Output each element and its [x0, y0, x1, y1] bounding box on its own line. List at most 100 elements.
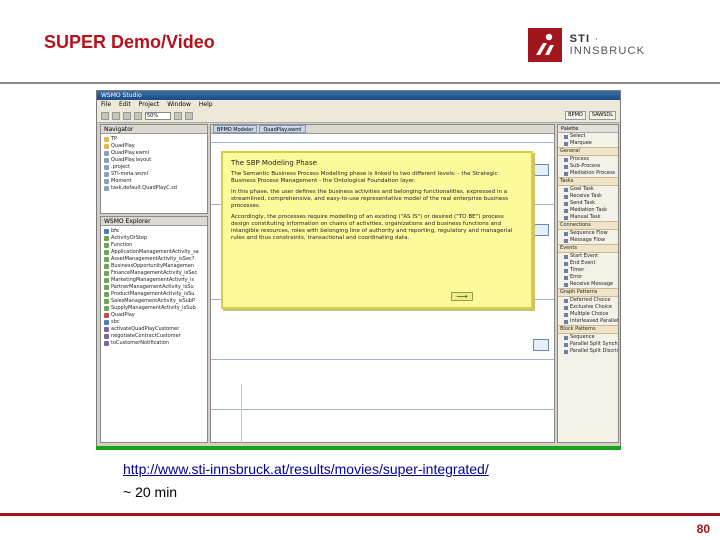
tab-quadplay[interactable]: QuadPlay.ewml: [259, 125, 306, 133]
tree-item[interactable]: QuadPlay.ewml: [104, 150, 204, 157]
save-icon[interactable]: [112, 111, 120, 120]
palette-item[interactable]: Goal Task: [558, 186, 618, 193]
tree-item[interactable]: toCustomerNotification: [104, 340, 204, 347]
new-icon[interactable]: [101, 111, 109, 120]
palette-item-icon: [564, 231, 568, 236]
tree-item[interactable]: SalesManagementActivity_isSubP: [104, 298, 204, 305]
palette-group[interactable]: Graph Patterns: [558, 288, 618, 297]
tree-item-label: .project: [111, 164, 130, 170]
process-node[interactable]: [533, 224, 549, 236]
tree-item-label: SupplyManagementActivity_isSub: [111, 305, 196, 311]
tree-item[interactable]: ProductManagementActivity_isSu: [104, 291, 204, 298]
palette-group[interactable]: General: [558, 147, 618, 156]
palette-item[interactable]: Message Flow: [558, 237, 618, 244]
palette-label: Sequence Flow: [570, 230, 608, 236]
palette-label: Events: [560, 245, 577, 251]
tree-item-label: AssetManagementActivity_isSec?: [111, 256, 195, 262]
tree-item[interactable]: QuadPlay: [104, 312, 204, 319]
menu-project[interactable]: Project: [139, 100, 160, 109]
tree-item[interactable]: STI-meta.wsml: [104, 171, 204, 178]
palette-group[interactable]: Tasks: [558, 177, 618, 186]
header-divider: [0, 82, 720, 84]
palette-item-icon: [564, 141, 568, 146]
wsmo-explorer-tree: bfe ActivityOrStep Function ApplicationMana…: [101, 226, 207, 349]
tree-item-label: TP: [111, 136, 118, 142]
tree-item[interactable]: SupplyManagementActivity_isSub: [104, 305, 204, 312]
palette-group[interactable]: Events: [558, 244, 618, 253]
palette-item[interactable]: Marquee: [558, 140, 618, 147]
palette-item[interactable]: Send Task: [558, 200, 618, 207]
tree-item[interactable]: TP: [104, 136, 204, 143]
tree-item[interactable]: MarketingManagementActivity_is: [104, 277, 204, 284]
undo-icon[interactable]: [134, 111, 142, 120]
menu-window[interactable]: Window: [167, 100, 191, 109]
tree-item-label: task.default.QuadPlayC.sd: [111, 185, 177, 191]
palette-item[interactable]: Process: [558, 156, 618, 163]
forward-icon[interactable]: [185, 111, 193, 120]
palette-item[interactable]: Receive Message: [558, 281, 618, 288]
tree-item[interactable]: QuadPlay.layout: [104, 157, 204, 164]
palette-group[interactable]: Connections: [558, 221, 618, 230]
palette-item[interactable]: Receive Task: [558, 193, 618, 200]
palette-item[interactable]: Parallel Split Synchronize: [558, 341, 618, 348]
palette-label: Multiple Choice: [570, 311, 609, 317]
palette-view: Palette Select Marquee General Process Sub-P…: [557, 124, 619, 443]
tab-bpmo-modeler[interactable]: BPMO Modeler: [213, 125, 258, 133]
process-node[interactable]: [533, 339, 549, 351]
palette-item[interactable]: Select: [558, 133, 618, 140]
palette-item[interactable]: Multiple Choice: [558, 311, 618, 318]
palette-item[interactable]: Exclusive Choice: [558, 304, 618, 311]
palette-item-icon: [564, 157, 568, 162]
tree-item[interactable]: .project: [104, 164, 204, 171]
palette-item[interactable]: Manual Task: [558, 214, 618, 221]
palette-item-icon: [564, 201, 568, 206]
process-node[interactable]: [533, 164, 549, 176]
palette-item[interactable]: Sub-Process: [558, 163, 618, 170]
menu-file[interactable]: File: [101, 100, 111, 109]
palette-item-icon: [564, 134, 568, 139]
next-arrow-button[interactable]: ⟶: [451, 292, 473, 301]
palette-item[interactable]: Sequence: [558, 334, 618, 341]
palette-label: Graph Patterns: [560, 289, 598, 295]
wsmo-explorer-tab[interactable]: WSMO Explorer: [101, 217, 207, 226]
palette-group[interactable]: Block Patterns: [558, 325, 618, 334]
perspective-sawsdl[interactable]: SAWSDL: [588, 111, 616, 120]
palette-item[interactable]: Deferred Choice: [558, 297, 618, 304]
tree-item[interactable]: activateQuadPlayCustomer: [104, 326, 204, 333]
palette-item[interactable]: Parallel Split Discriminator: [558, 348, 618, 355]
tree-item[interactable]: QuadPlay: [104, 143, 204, 150]
palette-item[interactable]: Interleaved Parallel Routing: [558, 318, 618, 325]
video-screenshot[interactable]: WSMO Studio File Edit Project Window Hel…: [96, 90, 621, 448]
tree-item[interactable]: task.default.QuadPlayC.sd: [104, 185, 204, 192]
file-icon: [104, 179, 109, 184]
palette-item[interactable]: Timer: [558, 267, 618, 274]
palette-item[interactable]: Sequence Flow: [558, 230, 618, 237]
back-icon[interactable]: [174, 111, 182, 120]
tree-item[interactable]: PartnerManagementActivity_isSu: [104, 284, 204, 291]
zoom-select[interactable]: 50%: [145, 111, 171, 120]
tree-item[interactable]: negotiateContractCustomer: [104, 333, 204, 340]
palette-item[interactable]: Mediation Process: [558, 170, 618, 177]
menu-help[interactable]: Help: [199, 100, 213, 109]
video-link[interactable]: http://www.sti-innsbruck.at/results/movi…: [123, 461, 489, 477]
menu-edit[interactable]: Edit: [119, 100, 131, 109]
concept-icon: [104, 250, 109, 255]
palette-label: Process: [570, 156, 589, 162]
perspective-bpmo[interactable]: BPMO: [565, 111, 586, 120]
tree-item[interactable]: sbc: [104, 319, 204, 326]
palette-item[interactable]: Error: [558, 274, 618, 281]
palette-item[interactable]: End Event: [558, 260, 618, 267]
print-icon[interactable]: [123, 111, 131, 120]
tree-item[interactable]: Moment: [104, 178, 204, 185]
tree-item[interactable]: Function: [104, 242, 204, 249]
palette-item[interactable]: Mediation Task: [558, 207, 618, 214]
tree-item[interactable]: AssetManagementActivity_isSec?: [104, 256, 204, 263]
tree-item[interactable]: ApplicationManagementActivity_sa: [104, 249, 204, 256]
tree-item[interactable]: FinanceManagementActivity_isSec: [104, 270, 204, 277]
palette-item[interactable]: Start Event: [558, 253, 618, 260]
tree-item[interactable]: ActivityOrStep: [104, 235, 204, 242]
navigator-tab[interactable]: Navigator: [101, 125, 207, 134]
sti-logo-text: STI · INNSBRUCK: [569, 33, 646, 57]
tree-item[interactable]: bfe: [104, 228, 204, 235]
tree-item[interactable]: BusinessOpportunityManagemen: [104, 263, 204, 270]
